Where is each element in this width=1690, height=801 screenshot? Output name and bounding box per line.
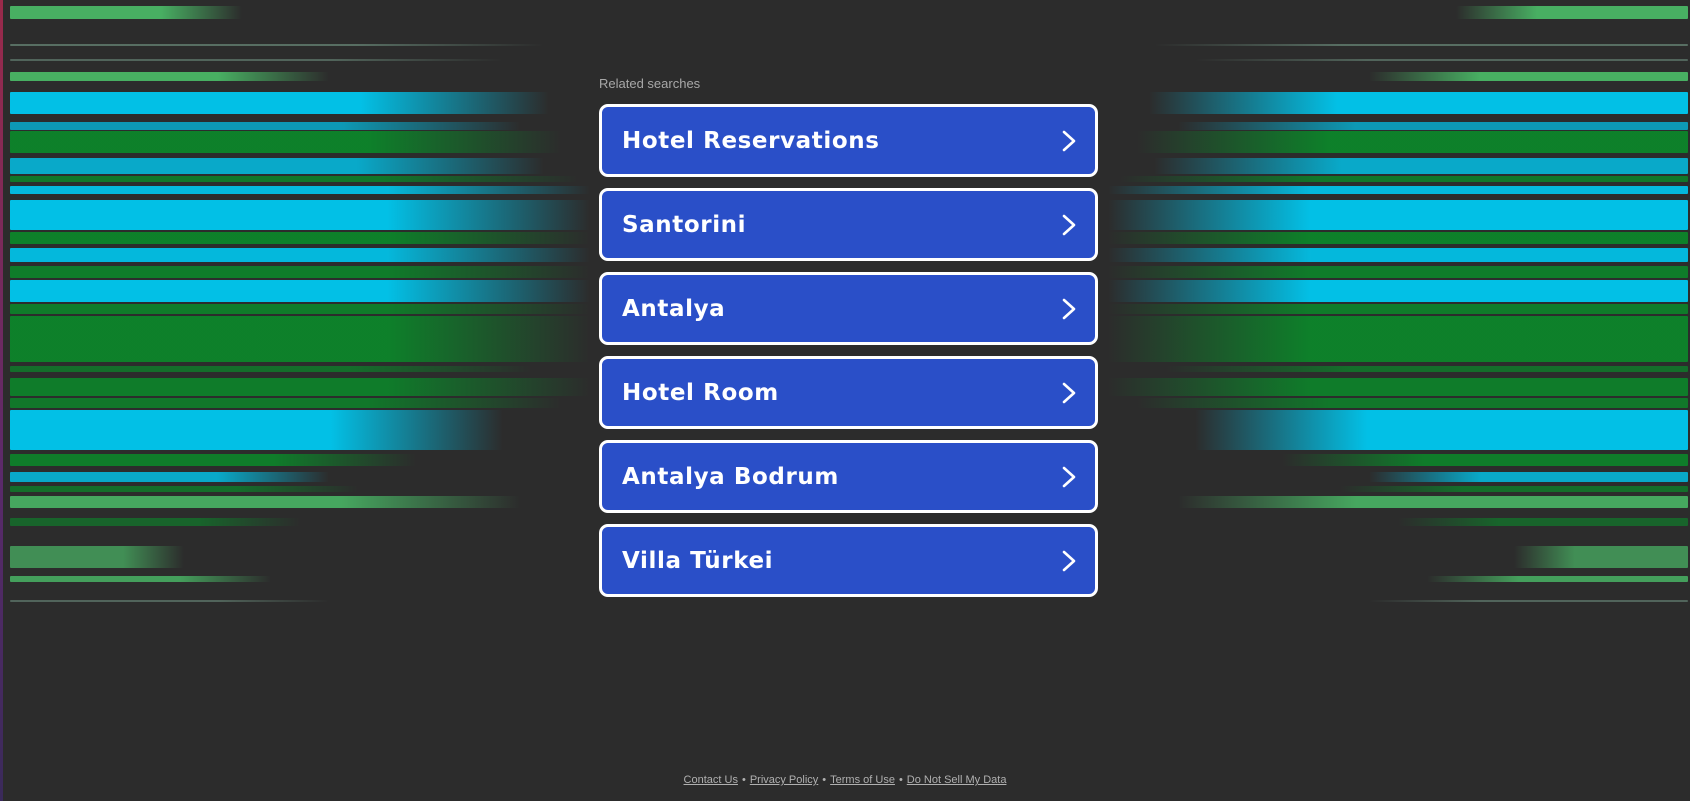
contact-us-link[interactable]: Contact Us	[684, 774, 738, 786]
background-stripe	[1108, 186, 1688, 194]
background-stripe	[1120, 176, 1688, 182]
background-stripe	[10, 72, 329, 81]
related-searches-title: Related searches	[599, 76, 701, 91]
background-stripe	[10, 200, 590, 230]
search-item-label: Santorini	[622, 211, 747, 238]
background-stripe	[10, 280, 590, 302]
background-stripe	[1108, 304, 1688, 314]
terms-of-use-link[interactable]: Terms of Use	[830, 774, 895, 786]
page: Related searches Hotel Reservations Sant…	[0, 0, 1690, 801]
chevron-right-icon	[1060, 550, 1078, 572]
background-stripe	[1427, 576, 1688, 582]
background-stripe	[10, 316, 590, 362]
background-stripe	[1108, 316, 1688, 362]
search-item-label: Villa Türkei	[622, 547, 774, 574]
search-item-antalya[interactable]: Antalya	[599, 272, 1098, 345]
background-stripe	[1195, 410, 1688, 450]
background-stripe	[10, 546, 184, 568]
background-stripe	[10, 518, 300, 526]
background-stripe	[10, 248, 590, 262]
background-stripe	[1149, 92, 1688, 114]
background-stripe	[1398, 518, 1688, 526]
footer: Contact Us • Privacy Policy • Terms of Use • D…	[0, 774, 1690, 786]
background-stripe	[10, 158, 544, 174]
background-stripe	[1154, 158, 1688, 174]
background-stripe	[1108, 266, 1688, 278]
chevron-right-icon	[1060, 466, 1078, 488]
background-stripe	[1108, 248, 1688, 262]
background-stripe	[10, 232, 590, 244]
background-stripe	[10, 454, 416, 466]
background-stripe	[1108, 378, 1688, 396]
background-stripe	[1369, 72, 1688, 81]
chevron-right-icon	[1060, 130, 1078, 152]
background-stripe	[1514, 546, 1688, 568]
related-searches-list: Hotel Reservations Santorini Antalya Hot…	[599, 104, 1098, 608]
background-stripe	[10, 266, 590, 278]
search-item-label: Hotel Reservations	[622, 127, 880, 154]
background-stripe	[1456, 6, 1688, 19]
background-stripe	[1108, 200, 1688, 230]
edge-strip	[0, 0, 3, 801]
do-not-sell-my-data-link[interactable]: Do Not Sell My Data	[907, 774, 1007, 786]
background-stripe	[10, 186, 590, 194]
background-stripe	[10, 6, 242, 19]
search-item-santorini[interactable]: Santorini	[599, 188, 1098, 261]
background-stripe	[1166, 366, 1688, 372]
background-stripe	[10, 378, 590, 396]
search-item-villa-turkei[interactable]: Villa Türkei	[599, 524, 1098, 597]
background-stripe	[1154, 44, 1688, 46]
search-item-label: Antalya Bodrum	[622, 463, 839, 490]
background-stripe	[10, 92, 549, 114]
background-stripe	[1108, 232, 1688, 244]
chevron-right-icon	[1060, 214, 1078, 236]
background-stripe	[1178, 122, 1688, 130]
background-stripe	[1340, 486, 1688, 492]
background-stripe	[1369, 472, 1688, 482]
background-stripe	[1137, 398, 1688, 408]
background-stripe	[10, 176, 578, 182]
footer-separator: •	[898, 774, 903, 786]
privacy-policy-link[interactable]: Privacy Policy	[750, 774, 818, 786]
background-stripe	[10, 576, 271, 582]
background-stripes-left	[10, 0, 590, 640]
background-stripes-right	[1108, 0, 1688, 640]
search-item-label: Antalya	[622, 295, 726, 322]
background-stripe	[1195, 59, 1688, 61]
background-stripe	[1137, 131, 1688, 153]
search-item-antalya-bodrum[interactable]: Antalya Bodrum	[599, 440, 1098, 513]
background-stripe	[10, 410, 503, 450]
background-stripe	[10, 122, 520, 130]
background-stripe	[10, 600, 329, 602]
background-stripe	[10, 304, 590, 314]
background-stripe	[10, 44, 544, 46]
background-stripe	[10, 486, 358, 492]
search-item-label: Hotel Room	[622, 379, 779, 406]
chevron-right-icon	[1060, 298, 1078, 320]
background-stripe	[10, 366, 532, 372]
background-stripe	[10, 131, 561, 153]
chevron-right-icon	[1060, 382, 1078, 404]
search-item-hotel-room[interactable]: Hotel Room	[599, 356, 1098, 429]
background-stripe	[1108, 280, 1688, 302]
background-stripe	[1369, 600, 1688, 602]
background-stripe	[10, 496, 520, 508]
background-stripe	[10, 398, 561, 408]
background-stripe	[10, 472, 329, 482]
footer-separator: •	[741, 774, 746, 786]
search-item-hotel-reservations[interactable]: Hotel Reservations	[599, 104, 1098, 177]
background-stripe	[1178, 496, 1688, 508]
footer-separator: •	[822, 774, 827, 786]
background-stripe	[10, 59, 503, 61]
background-stripe	[1282, 454, 1688, 466]
